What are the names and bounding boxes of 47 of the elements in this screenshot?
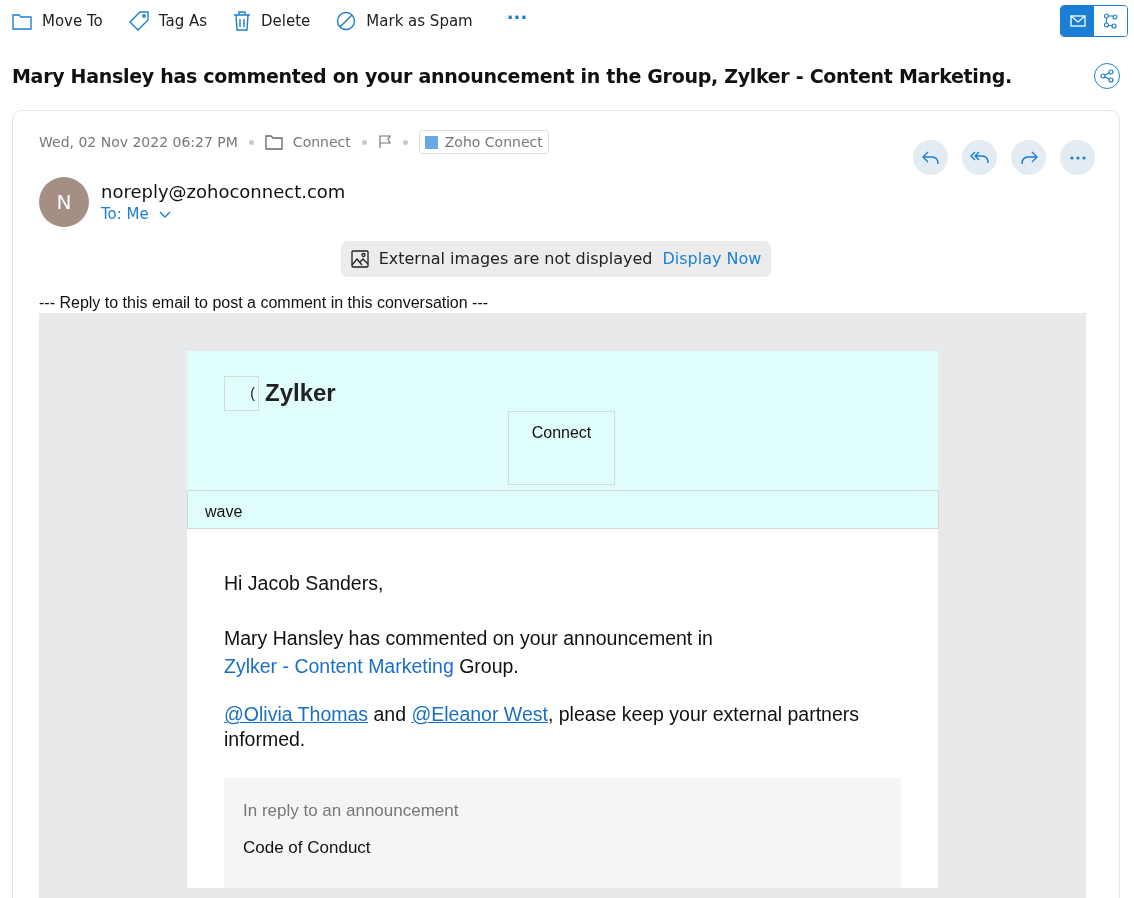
broken-logo-image: ( bbox=[224, 375, 259, 411]
quote-title: Code of Conduct bbox=[243, 837, 372, 859]
reply-icon bbox=[921, 150, 940, 165]
mail-view-button[interactable] bbox=[1061, 6, 1094, 36]
share-icon bbox=[1100, 69, 1114, 83]
spam-action-button[interactable]: Mark as Spam bbox=[336, 9, 473, 33]
quote-label: In reply to an announcement bbox=[243, 800, 460, 822]
greeting-text: Hi Jacob Sanders, bbox=[224, 571, 385, 596]
display-now-link[interactable]: Display Now bbox=[662, 247, 762, 271]
tag-action-button[interactable]: Tag As bbox=[128, 9, 208, 33]
sender-avatar: N bbox=[39, 177, 89, 227]
message-paragraph: Mary Hansley has commented on your announcement in Zylker - Content Marketing Group. bbox=[224, 626, 714, 679]
nodes-icon bbox=[1102, 13, 1119, 29]
message-date: Wed, 02 Nov 2022 06:27 PM bbox=[39, 132, 238, 152]
blocked-icon bbox=[336, 11, 357, 31]
mention-link[interactable]: @Olivia Thomas bbox=[224, 703, 369, 725]
forward-icon bbox=[1019, 150, 1038, 165]
trash-action-button[interactable]: Delete bbox=[233, 9, 311, 33]
notice-text: External images are not displayed bbox=[378, 248, 653, 270]
mail-icon bbox=[1069, 15, 1086, 27]
brand-name: Zylker bbox=[265, 378, 336, 408]
flag-icon[interactable] bbox=[377, 135, 392, 149]
intro-text: --- Reply to this email to post a comment in this conversation --- bbox=[39, 293, 490, 313]
reply-all-icon bbox=[969, 150, 990, 165]
broken-banner-image: wave bbox=[187, 490, 939, 529]
group-link[interactable]: Zylker - Content Marketing bbox=[224, 655, 454, 677]
tag-label[interactable]: Zoho Connect bbox=[418, 130, 549, 154]
forward-button[interactable] bbox=[1011, 140, 1046, 175]
more-button[interactable] bbox=[1060, 140, 1095, 175]
folder-link[interactable]: Connect bbox=[264, 131, 351, 153]
folder-icon bbox=[264, 134, 283, 150]
email-subject: Mary Hansley has commented on your announcement in the Group, Zylker - Content Marketing. bbox=[12, 63, 1013, 89]
recipients-toggle[interactable]: To: Me bbox=[101, 204, 346, 224]
sender-address: noreply@zohoconnect.com bbox=[101, 180, 346, 204]
trash-icon bbox=[233, 11, 252, 31]
more-icon bbox=[1069, 155, 1086, 160]
folder-icon bbox=[12, 12, 32, 30]
image-icon bbox=[350, 250, 369, 268]
reply-all-button[interactable] bbox=[962, 140, 997, 175]
tag-icon bbox=[128, 11, 149, 31]
mention-link[interactable]: @Eleanor West bbox=[411, 703, 548, 725]
chevron-down-icon bbox=[158, 210, 171, 218]
more-actions-button[interactable]: ··· bbox=[506, 10, 528, 32]
broken-product-image: Connect bbox=[508, 411, 615, 485]
reply-button[interactable] bbox=[913, 140, 948, 175]
mention-paragraph: @Olivia Thomas and @Eleanor West, please keep your external partners informed. bbox=[224, 702, 861, 752]
folder-action-button[interactable]: Move To bbox=[12, 9, 103, 33]
